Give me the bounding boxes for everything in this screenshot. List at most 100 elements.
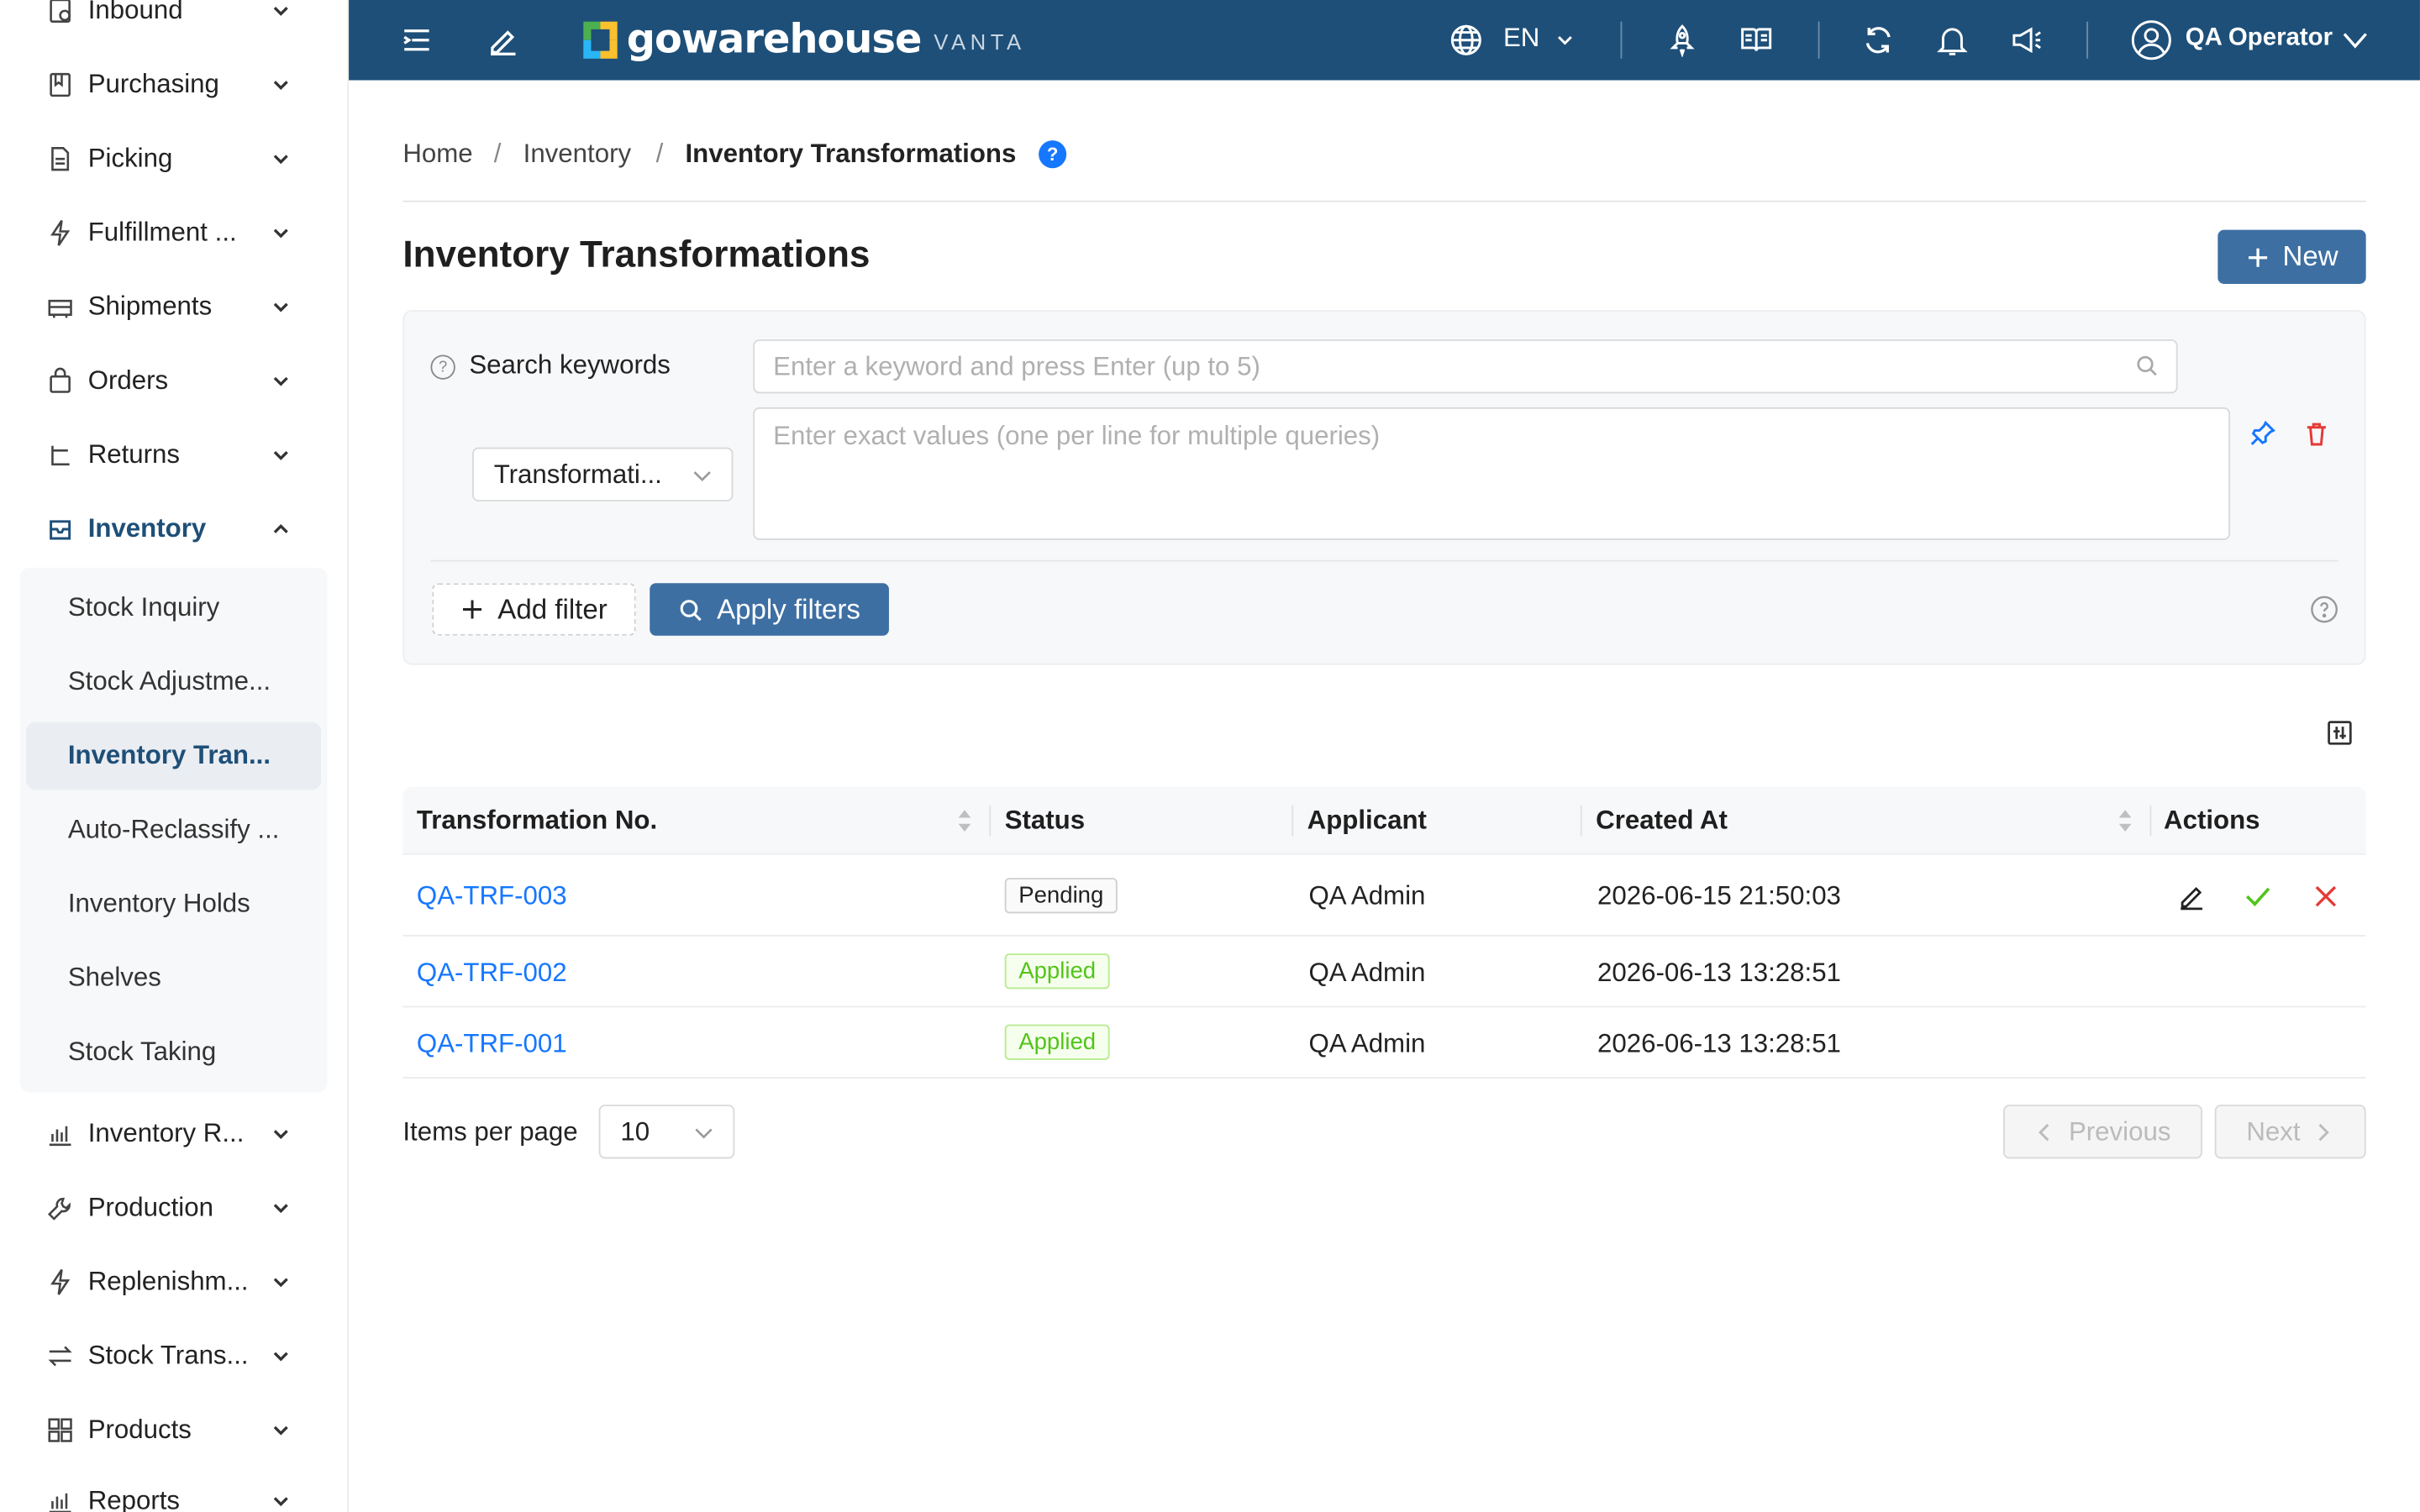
lightning-icon bbox=[46, 1268, 74, 1296]
sort-icon[interactable] bbox=[2116, 807, 2134, 835]
plus-icon bbox=[2249, 247, 2268, 266]
items-per-page-select[interactable]: 10 bbox=[598, 1105, 735, 1159]
question-icon: ? bbox=[430, 354, 455, 380]
language-selector[interactable]: EN bbox=[1503, 24, 1539, 55]
edit-icon[interactable] bbox=[485, 22, 522, 59]
breadcrumb-separator: / bbox=[655, 139, 664, 169]
column-divider bbox=[2149, 805, 2152, 837]
inventory-submenu: Stock Inquiry Stock Adjustme... Inventor… bbox=[19, 567, 328, 1093]
breadcrumb-home[interactable]: Home bbox=[402, 139, 472, 170]
sidebar-item-label: Inventory bbox=[87, 513, 207, 543]
sidebar-item-reports[interactable]: Reports bbox=[0, 1470, 347, 1512]
bar-chart-icon bbox=[46, 1488, 74, 1512]
sidebar-item-inventory[interactable]: Inventory bbox=[0, 498, 347, 559]
sort-icon[interactable] bbox=[955, 807, 974, 835]
sidebar-item-production[interactable]: Production bbox=[0, 1177, 347, 1238]
logo-subtitle: VANTA bbox=[934, 29, 1026, 55]
bag-icon bbox=[46, 367, 74, 395]
filter-field-select-value: Transformati... bbox=[493, 459, 662, 489]
chevron-down-icon bbox=[269, 1121, 293, 1146]
chevron-down-icon[interactable] bbox=[2337, 22, 2374, 59]
submenu-item-stock-inquiry[interactable]: Stock Inquiry bbox=[26, 574, 321, 642]
sidebar-item-replenishment[interactable]: Replenishm... bbox=[0, 1252, 347, 1313]
sidebar-item-inbound[interactable]: Inbound bbox=[0, 0, 347, 42]
avatar[interactable] bbox=[2131, 20, 2171, 60]
sidebar-item-purchasing[interactable]: Purchasing bbox=[0, 54, 347, 115]
rocket-icon[interactable] bbox=[1664, 22, 1701, 59]
truck-icon bbox=[46, 293, 74, 321]
sidebar-item-stock-transfers[interactable]: Stock Trans... bbox=[0, 1326, 347, 1387]
sidebar-item-shipments[interactable]: Shipments bbox=[0, 276, 347, 338]
header-divider bbox=[402, 200, 2366, 202]
transformation-no-link[interactable]: QA-TRF-002 bbox=[417, 958, 567, 990]
add-filter-button[interactable]: Add filter bbox=[432, 583, 636, 636]
sidebar-item-returns[interactable]: Returns bbox=[0, 424, 347, 486]
column-settings-icon[interactable] bbox=[2326, 719, 2354, 747]
filter-help-icon[interactable] bbox=[2311, 596, 2338, 623]
sidebar-item-products[interactable]: Products bbox=[0, 1399, 347, 1461]
bell-icon[interactable] bbox=[1933, 22, 1970, 59]
sidebar-item-label: Returns bbox=[87, 439, 181, 470]
keyword-search-input[interactable] bbox=[753, 339, 2178, 394]
chevron-down-icon bbox=[692, 463, 713, 494]
search-icon bbox=[2134, 354, 2159, 378]
apply-filters-button[interactable]: Apply filters bbox=[650, 583, 889, 636]
status-badge: Applied bbox=[1004, 953, 1110, 990]
sidebar-item-label: Inbound bbox=[87, 0, 183, 25]
submenu-item-stock-adjustments[interactable]: Stock Adjustme... bbox=[26, 648, 321, 716]
sidebar: Inbound Purchasing Picking Fulfillment .… bbox=[0, 0, 350, 1512]
transformation-no-link[interactable]: QA-TRF-003 bbox=[417, 881, 567, 912]
applicant-cell: QA Admin bbox=[1308, 958, 1426, 988]
refresh-icon[interactable] bbox=[1860, 22, 1897, 59]
submenu-item-shelves[interactable]: Shelves bbox=[26, 944, 321, 1012]
next-page-button[interactable]: Next bbox=[2214, 1105, 2366, 1159]
new-button[interactable]: New bbox=[2217, 229, 2366, 284]
user-name[interactable]: QA Operator bbox=[2186, 24, 2333, 52]
approve-check-icon[interactable] bbox=[2243, 881, 2274, 912]
menu-collapse-icon[interactable] bbox=[398, 22, 435, 59]
sidebar-item-label: Inventory R... bbox=[87, 1118, 245, 1148]
sidebar-item-inventory-reports[interactable]: Inventory R... bbox=[0, 1103, 347, 1164]
edit-icon[interactable] bbox=[2176, 881, 2207, 912]
column-divider bbox=[989, 805, 992, 837]
submenu-item-inventory-holds[interactable]: Inventory Holds bbox=[26, 870, 321, 938]
breadcrumb-inventory[interactable]: Inventory bbox=[523, 139, 631, 170]
lightning-icon bbox=[46, 219, 74, 247]
swap-icon bbox=[46, 1342, 74, 1370]
help-icon[interactable]: ? bbox=[1039, 140, 1067, 169]
created-at-cell: 2026-06-15 21:50:03 bbox=[1597, 880, 1841, 911]
breadcrumb-current: Inventory Transformations bbox=[685, 139, 1017, 169]
sidebar-item-label: Production bbox=[87, 1192, 213, 1222]
filter-field-select[interactable]: Transformati... bbox=[472, 447, 734, 501]
column-header-created-at[interactable]: Created At bbox=[1596, 787, 1728, 855]
sidebar-item-fulfillment[interactable]: Fulfillment ... bbox=[0, 202, 347, 264]
inbox-icon bbox=[46, 515, 74, 543]
submenu-item-auto-reclassify[interactable]: Auto-Reclassify ... bbox=[26, 796, 321, 864]
sidebar-item-picking[interactable]: Picking bbox=[0, 128, 347, 189]
app-logo: gowarehouse VANTA bbox=[583, 17, 1025, 63]
logo-mark-icon bbox=[583, 21, 618, 59]
pin-icon[interactable] bbox=[2249, 420, 2276, 448]
previous-page-button[interactable]: Previous bbox=[2003, 1105, 2202, 1159]
globe-icon[interactable] bbox=[1448, 22, 1485, 59]
items-per-page-label: Items per page bbox=[402, 1116, 578, 1147]
chevron-down-icon bbox=[269, 1195, 293, 1220]
book-icon[interactable] bbox=[1738, 22, 1775, 59]
search-icon bbox=[681, 599, 702, 621]
trash-icon[interactable] bbox=[2302, 420, 2330, 448]
transformation-no-link[interactable]: QA-TRF-001 bbox=[417, 1029, 567, 1060]
reject-close-icon[interactable] bbox=[2311, 881, 2342, 912]
exact-values-textarea[interactable] bbox=[753, 407, 2231, 540]
megaphone-icon[interactable] bbox=[2008, 22, 2045, 59]
submenu-item-stock-taking[interactable]: Stock Taking bbox=[26, 1018, 321, 1086]
new-button-label: New bbox=[2282, 240, 2338, 272]
submenu-item-inventory-transformations[interactable]: Inventory Tran... bbox=[26, 722, 322, 790]
sidebar-item-orders[interactable]: Orders bbox=[0, 350, 347, 412]
chevron-down-icon bbox=[269, 369, 293, 393]
picking-icon bbox=[46, 145, 74, 173]
column-header-transformation-no[interactable]: Transformation No. bbox=[417, 787, 657, 855]
chevron-up-icon bbox=[269, 517, 293, 541]
add-filter-label: Add filter bbox=[497, 593, 608, 624]
items-per-page-value: 10 bbox=[620, 1116, 650, 1146]
top-bar: gowarehouse VANTA EN QA Operator bbox=[349, 0, 2420, 81]
